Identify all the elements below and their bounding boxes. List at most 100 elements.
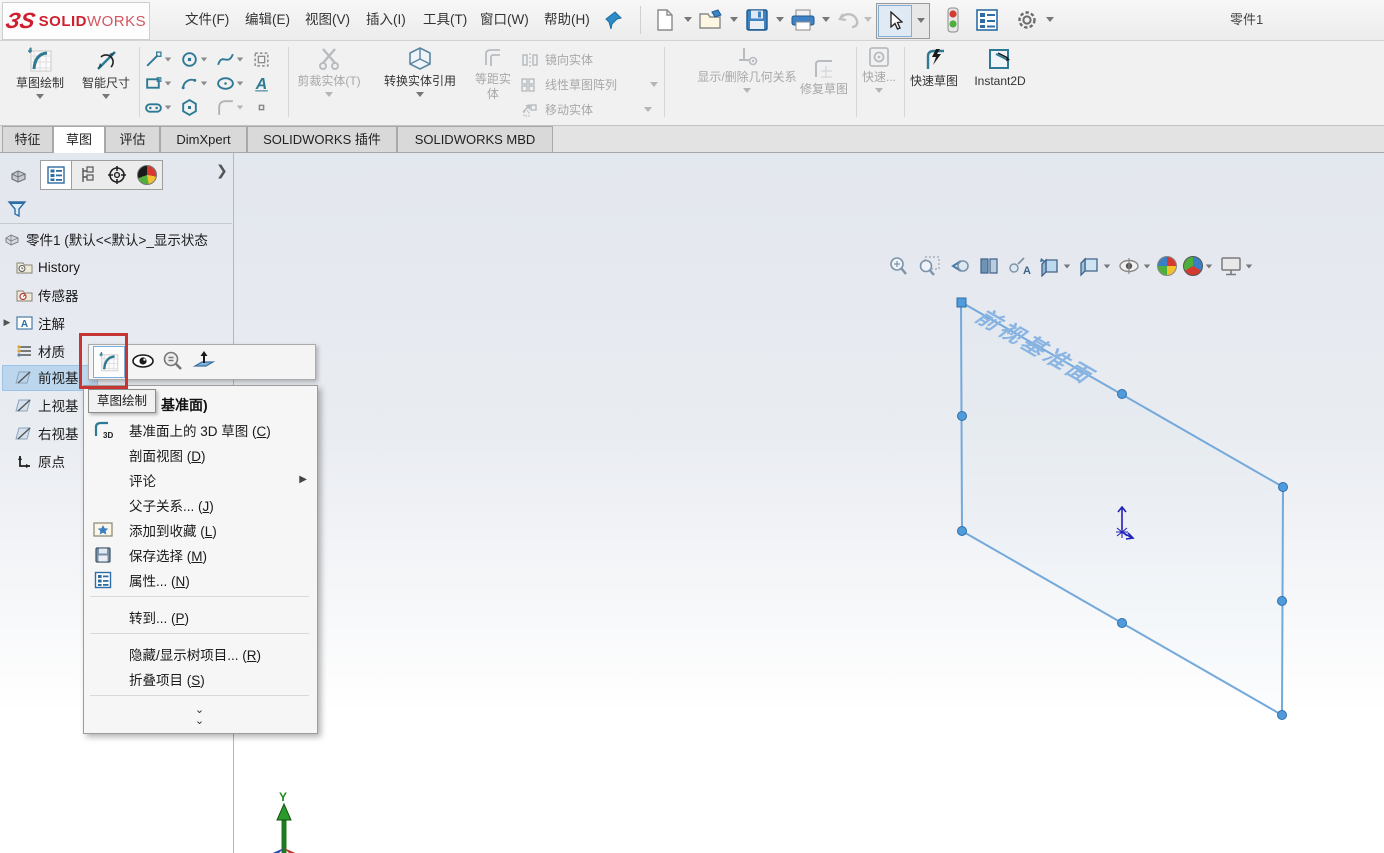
save-dropdown[interactable] <box>776 17 784 22</box>
sketch-button-dropdown[interactable] <box>36 94 44 99</box>
menu-window[interactable]: 窗口(W) <box>470 0 539 40</box>
zoom-fit-icon[interactable] <box>885 253 913 279</box>
display-style-dropdown[interactable] <box>1103 264 1111 268</box>
view-orientation-dropdown[interactable] <box>1063 264 1071 268</box>
tab-evaluate[interactable]: 评估 <box>105 126 160 152</box>
smart-dimension-dropdown[interactable] <box>102 94 110 99</box>
displaymanager-tab[interactable] <box>132 161 162 189</box>
menu-insert[interactable]: 插入(I) <box>356 0 416 40</box>
apply-scene-dropdown[interactable] <box>1205 264 1213 268</box>
polygon-tool[interactable] <box>178 95 214 119</box>
filter-funnel-icon[interactable] <box>6 198 28 220</box>
settings-gear-icon[interactable] <box>1012 5 1042 35</box>
edit-appearance-icon[interactable] <box>1155 253 1179 279</box>
section-view-icon[interactable] <box>975 253 1003 279</box>
hide-show-dropdown[interactable] <box>1143 264 1151 268</box>
options-list-icon[interactable] <box>972 5 1002 35</box>
convert-entities-button[interactable]: 转换实体引用 <box>368 45 472 97</box>
menu-item-section-view[interactable]: 剖面视图 (D) <box>84 442 315 467</box>
menu-edit[interactable]: 编辑(E) <box>235 0 300 40</box>
view-orientation-icon[interactable] <box>1035 253 1073 279</box>
normal-to-icon[interactable] <box>191 349 217 376</box>
view-settings-icon[interactable] <box>1217 253 1255 279</box>
ribbon-separator <box>664 47 665 117</box>
settings-dropdown[interactable] <box>1046 17 1054 22</box>
menu-item-comment[interactable]: 评论 ▶ <box>84 467 315 492</box>
3d-sketch-icon: 3D <box>84 420 122 440</box>
display-style-icon[interactable] <box>1075 253 1113 279</box>
tab-sketch[interactable]: 草图 <box>53 126 105 153</box>
configurationmanager-tab[interactable] <box>72 161 102 189</box>
menu-bar: ЗS SOLIDWORKS 文件(F) 编辑(E) 视图(V) 插入(I) 工具… <box>0 0 1384 41</box>
menu-item-add-to-favorites[interactable]: 添加到收藏 (L) <box>84 517 315 542</box>
rapid-sketch-label: 快速草图 <box>909 74 958 88</box>
save-button[interactable] <box>742 5 772 35</box>
zoom-to-selection-icon[interactable] <box>161 350 185 375</box>
select-cursor-icon[interactable] <box>878 5 912 37</box>
tree-root-part[interactable]: 零件1 (默认<<默认>_显示状态 <box>0 225 232 253</box>
menu-item-parent-child[interactable]: 父子关系... (J) <box>84 492 315 517</box>
menu-item-go-to[interactable]: 转到... (P) <box>84 604 315 629</box>
spline-tool[interactable] <box>214 47 250 71</box>
rectangle-tool[interactable] <box>142 71 178 95</box>
expand-arrow-icon[interactable]: ▶ <box>0 318 14 328</box>
menu-view[interactable]: 视图(V) <box>295 0 360 40</box>
text-tool[interactable]: A <box>250 71 286 95</box>
arc-tool[interactable] <box>178 71 214 95</box>
toolbar-separator <box>640 6 641 34</box>
view-settings-dropdown[interactable] <box>1245 264 1253 268</box>
sketch-button-label: 草图绘制 <box>15 76 64 90</box>
zoom-area-icon[interactable] <box>915 253 943 279</box>
line-tool[interactable] <box>142 47 178 71</box>
menu-item-collapse-items[interactable]: 折叠项目 (S) <box>84 666 315 691</box>
hide-show-items-icon[interactable] <box>1115 253 1153 279</box>
annotation-view-icon[interactable]: A <box>1005 253 1033 279</box>
convert-entities-dropdown[interactable] <box>416 92 424 97</box>
rebuild-traffic-light-icon[interactable] <box>938 5 968 35</box>
hide-show-eye-icon[interactable] <box>131 352 155 373</box>
new-document-button[interactable] <box>650 5 680 35</box>
logo-solid: SOLID <box>38 12 87 30</box>
apply-scene-icon[interactable] <box>1181 253 1215 279</box>
tab-mbd[interactable]: SOLIDWORKS MBD <box>397 126 553 152</box>
tree-item-sensors[interactable]: 传感器 <box>0 281 232 309</box>
tree-item-history[interactable]: History <box>0 253 232 281</box>
open-document-button[interactable] <box>696 5 726 35</box>
panel-expand-arrow[interactable]: ❯ <box>216 163 228 179</box>
menu-item-hide-show-tree[interactable]: 隐藏/显示树项目... (R) <box>84 641 315 666</box>
tab-addins[interactable]: SOLIDWORKS 插件 <box>247 126 397 152</box>
menu-tools[interactable]: 工具(T) <box>413 0 477 40</box>
sketch-picture-tool[interactable] <box>250 47 286 71</box>
featuremanager-tab[interactable] <box>4 161 34 189</box>
sketch-button[interactable]: 草图绘制 <box>8 45 72 99</box>
menu-item-save-selection[interactable]: 保存选择 (M) <box>84 542 315 567</box>
point-tool[interactable] <box>250 95 286 119</box>
undo-button[interactable] <box>834 5 864 35</box>
instant2d-button[interactable]: Instant2D <box>962 45 1038 89</box>
propertymanager-tab[interactable] <box>41 161 72 189</box>
tab-dimxpert[interactable]: DimXpert <box>160 126 247 152</box>
previous-view-icon[interactable] <box>945 253 973 279</box>
slot-tool[interactable] <box>142 95 178 119</box>
ribbon-separator <box>288 47 289 117</box>
pin-icon[interactable] <box>605 10 623 33</box>
menu-expand-chevron-icon[interactable]: ⌄ ⌄ <box>84 704 315 726</box>
new-document-dropdown[interactable] <box>684 17 692 22</box>
menu-file[interactable]: 文件(F) <box>175 0 239 40</box>
tab-features[interactable]: 特征 <box>2 126 53 152</box>
fillet-tool[interactable] <box>214 95 250 119</box>
menu-item-properties[interactable]: 属性... (N) <box>84 567 315 592</box>
rapid-sketch-button[interactable]: 快速草图 <box>908 45 960 89</box>
menu-item-3d-sketch[interactable]: 3D 基准面上的 3D 草图 (C) <box>84 417 315 442</box>
dimxpertmanager-tab[interactable] <box>102 161 132 189</box>
tree-item-label: History <box>38 259 81 275</box>
ellipse-tool[interactable] <box>214 71 250 95</box>
open-document-dropdown[interactable] <box>730 17 738 22</box>
document-title: 零件1 <box>1230 12 1264 27</box>
circle-tool[interactable] <box>178 47 214 71</box>
ribbon-sketch-toolbar: 草图绘制 智能尺寸 A 剪裁实体(T) 转换实体引用 等距实体 镜向实体 线性草… <box>0 41 1384 126</box>
select-tool-group[interactable] <box>876 3 930 39</box>
select-dropdown[interactable] <box>917 18 925 23</box>
menu-help[interactable]: 帮助(H) <box>534 0 600 40</box>
smart-dimension-button[interactable]: 智能尺寸 <box>74 45 138 99</box>
